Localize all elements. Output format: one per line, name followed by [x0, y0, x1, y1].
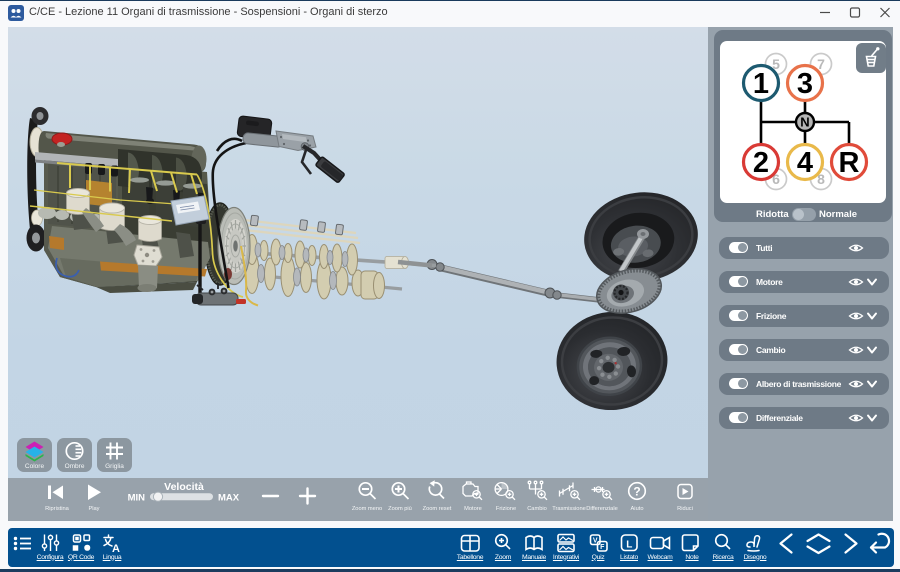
- svg-text:?: ?: [633, 485, 640, 499]
- svg-text:L: L: [626, 540, 632, 551]
- svg-text:Velocità: Velocità: [164, 481, 204, 493]
- svg-text:Trasmissione: Trasmissione: [552, 506, 586, 512]
- svg-text:Riduci: Riduci: [677, 506, 693, 512]
- svg-text:N: N: [800, 115, 809, 130]
- svg-text:2: 2: [753, 147, 769, 179]
- svg-text:Zoom reset: Zoom reset: [423, 506, 452, 512]
- svg-text:Cambio: Cambio: [527, 506, 547, 512]
- svg-text:Motore: Motore: [464, 506, 482, 512]
- svg-text:Play: Play: [88, 506, 99, 512]
- svg-text:Ripristina: Ripristina: [45, 506, 70, 512]
- svg-text:4: 4: [797, 147, 813, 179]
- svg-text:V: V: [593, 538, 598, 545]
- svg-text:F: F: [600, 544, 605, 551]
- svg-text:Zoom meno: Zoom meno: [352, 506, 382, 512]
- svg-text:1: 1: [753, 68, 769, 100]
- svg-text:R: R: [839, 147, 860, 179]
- svg-text:Frizione: Frizione: [496, 506, 516, 512]
- svg-text:MIN: MIN: [128, 493, 146, 504]
- svg-text:MAX: MAX: [218, 493, 240, 504]
- svg-text:Differenziale: Differenziale: [586, 506, 618, 512]
- svg-text:3: 3: [797, 68, 813, 100]
- svg-text:Zoom più: Zoom più: [388, 506, 412, 512]
- svg-text:Aiuto: Aiuto: [631, 506, 644, 512]
